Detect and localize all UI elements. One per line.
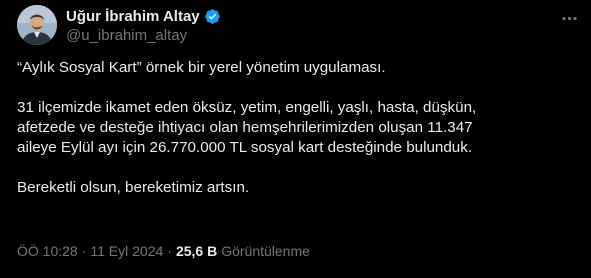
meta-separator: · [81, 243, 87, 259]
tweet-line: aileye Eylül ayı için 26.770.000 TL sosy… [17, 139, 473, 156]
views-label: Görüntülenme [221, 243, 310, 259]
avatar-image [17, 5, 57, 45]
tweet-text: “Aylık Sosyal Kart” örnek bir yerel yöne… [17, 58, 577, 198]
tweet-line: 31 ilçemizde ikamet eden öksüz, yetim, e… [17, 99, 477, 116]
meta-separator: · [167, 243, 172, 259]
tweet-line: Bereketli olsun, bereketimiz artsın. [17, 179, 250, 196]
views-count: 25,6 B [175, 243, 218, 259]
author-name-row: Uğur İbrahim Altay [66, 6, 221, 26]
tweet-date[interactable]: 11 Eyl 2024 [90, 243, 163, 259]
verified-badge-icon [204, 8, 220, 24]
tweet-line: afetzede ve desteğe ihtiyacı olan hemşeh… [17, 119, 473, 136]
author-display-name[interactable]: Uğur İbrahim Altay [66, 8, 200, 25]
author-handle[interactable]: @u_ibrahim_altay [66, 27, 187, 44]
more-horizontal-icon[interactable] [557, 6, 581, 30]
tweet-time[interactable]: ÖÖ 10:28 [17, 243, 78, 259]
avatar[interactable] [17, 5, 57, 45]
tweet-line: “Aylık Sosyal Kart” örnek bir yerel yöne… [17, 59, 386, 76]
tweet: Uğur İbrahim Altay @u_ibrahim_altay “Ayl… [0, 0, 591, 278]
tweet-meta: ÖÖ 10:28 · 11 Eyl 2024 · 25,6 B Görüntül… [17, 243, 310, 259]
